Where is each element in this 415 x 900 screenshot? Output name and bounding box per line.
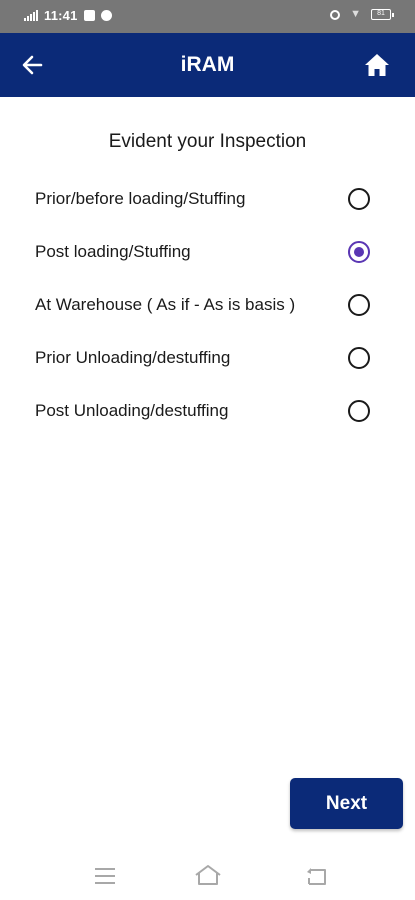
notification-icon	[83, 10, 95, 21]
radio-button-selected[interactable]	[348, 240, 370, 263]
radio-button[interactable]	[348, 399, 370, 422]
status-bar: 11:41 ▼ 81	[0, 0, 415, 33]
menu-icon[interactable]	[95, 868, 115, 884]
battery-icon: 81	[371, 9, 394, 20]
app-bar: iRAM	[0, 33, 415, 97]
alarm-icon	[330, 9, 341, 20]
next-button[interactable]: Next	[290, 778, 403, 829]
battery-level: 81	[377, 10, 385, 17]
option-label: Post loading/Stuffing	[35, 241, 191, 261]
option-label: Prior Unloading/destuffing	[35, 347, 231, 367]
wifi-icon: ▼	[350, 8, 361, 20]
status-right: ▼ 81	[330, 8, 394, 20]
radio-button[interactable]	[348, 346, 370, 369]
inspection-options: Prior/before loading/Stuffing Post loadi…	[0, 172, 415, 437]
signal-icon	[24, 10, 38, 21]
home-button[interactable]	[359, 47, 395, 83]
system-nav-bar	[0, 850, 415, 900]
home-icon	[365, 54, 389, 76]
option-prior-loading[interactable]: Prior/before loading/Stuffing	[0, 172, 415, 225]
option-at-warehouse[interactable]: At Warehouse ( As if - As is basis )	[0, 278, 415, 331]
option-post-unloading[interactable]: Post Unloading/destuffing	[0, 384, 415, 437]
back-icon[interactable]	[305, 866, 329, 886]
radio-button[interactable]	[348, 187, 370, 210]
home-icon[interactable]	[194, 864, 222, 886]
status-left: 11:41	[24, 8, 112, 23]
app-notification-icon	[100, 10, 112, 21]
radio-button[interactable]	[348, 293, 370, 316]
option-post-loading[interactable]: Post loading/Stuffing	[0, 225, 415, 278]
radio-dot	[354, 246, 364, 257]
option-label: Prior/before loading/Stuffing	[35, 188, 246, 208]
option-label: Post Unloading/destuffing	[35, 400, 229, 420]
option-prior-unloading[interactable]: Prior Unloading/destuffing	[0, 331, 415, 384]
screen: 11:41 ▼ 81 iRAM Evident your Inspection …	[0, 0, 415, 900]
option-label: At Warehouse ( As if - As is basis )	[35, 294, 296, 314]
app-title: iRAM	[180, 53, 235, 76]
status-time: 11:41	[44, 8, 78, 23]
page-title: Evident your Inspection	[108, 131, 307, 152]
